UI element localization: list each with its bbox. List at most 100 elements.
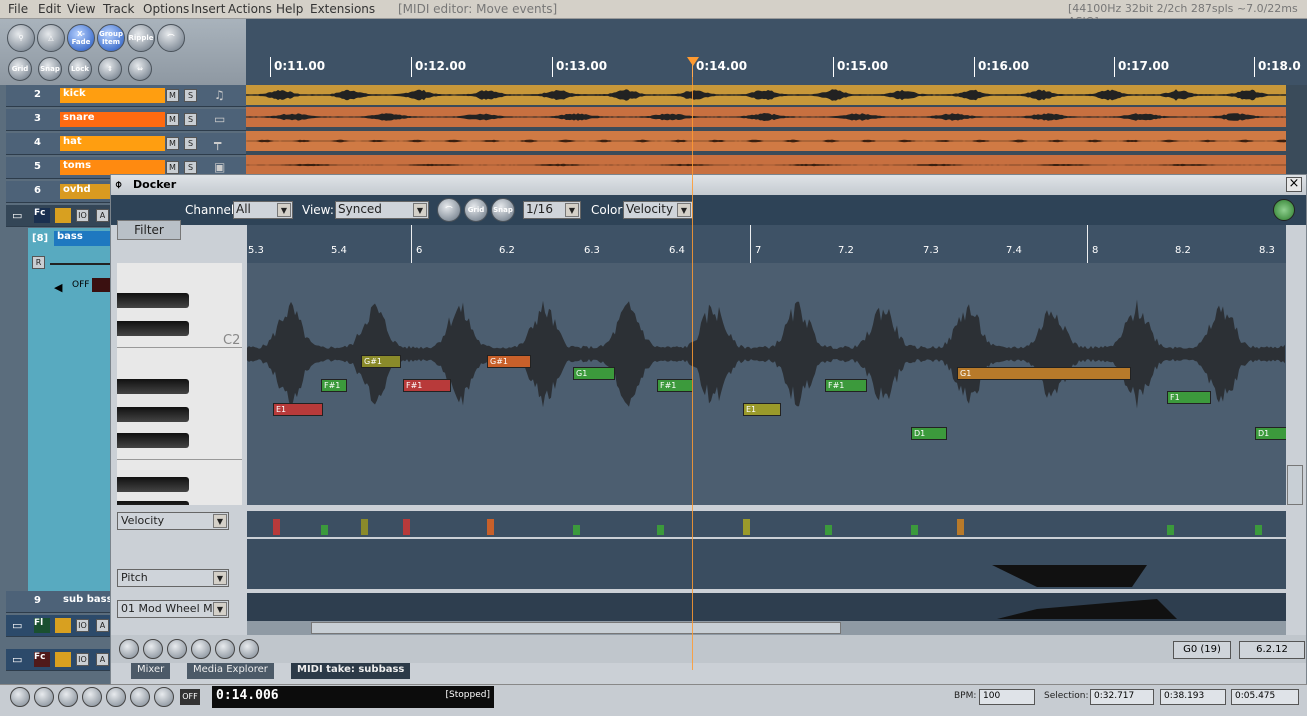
menu-insert[interactable]: Insert — [191, 2, 225, 16]
menu-help[interactable]: Help — [276, 2, 303, 16]
folder-icon[interactable]: ▭ — [12, 653, 22, 666]
velocity-bar[interactable] — [1255, 525, 1262, 535]
repeat-icon[interactable] — [154, 687, 174, 707]
piano-key[interactable] — [117, 293, 189, 308]
vertical-scrollbar-thumb[interactable] — [1287, 465, 1303, 505]
bpm-field[interactable]: 100 — [979, 689, 1035, 705]
fx-off-label[interactable]: OFF — [72, 280, 89, 290]
velocity-bar[interactable] — [321, 525, 328, 535]
grid-button[interactable]: Grid — [464, 198, 488, 222]
a-button[interactable]: A — [96, 209, 109, 222]
midi-note[interactable]: F#1 — [657, 379, 693, 392]
menu-file[interactable]: File — [8, 2, 28, 16]
metronome-off-button[interactable]: OFF — [180, 689, 200, 705]
piano-roll[interactable]: E1 F#1 G#1 F#1 G#1 G1 F#1 E1 F#1 D1 G1 F1 D1 — [247, 263, 1286, 505]
folder-icon[interactable]: ▭ — [12, 209, 22, 222]
folder-icon[interactable]: ▭ — [12, 619, 22, 632]
playhead[interactable] — [692, 60, 693, 670]
midi-note[interactable]: E1 — [743, 403, 781, 416]
velocity-bar[interactable] — [487, 519, 494, 535]
menu-actions[interactable]: Actions — [228, 2, 272, 16]
selection-length-field[interactable]: 0:05.475 — [1231, 689, 1299, 705]
menu-extensions[interactable]: Extensions — [310, 2, 375, 16]
piano-key[interactable] — [117, 407, 189, 422]
selection-end-field[interactable]: 0:38.193 — [1160, 689, 1226, 705]
midi-note[interactable]: F#1 — [321, 379, 347, 392]
curve-icon[interactable]: ⌒ — [157, 24, 185, 52]
envelope-icon[interactable]: △ — [37, 24, 65, 52]
velocity-lane[interactable] — [247, 511, 1286, 537]
view-select[interactable]: Synced ▼ — [335, 201, 429, 219]
grid-button[interactable]: Grid — [8, 57, 32, 81]
group-item-button[interactable]: Group Item — [97, 24, 125, 52]
mute-button[interactable]: M — [166, 161, 179, 174]
media-item[interactable] — [246, 107, 1286, 127]
snap-button[interactable]: Snap — [491, 198, 515, 222]
horizontal-scrollbar[interactable] — [247, 621, 1286, 635]
mute-button[interactable]: M — [166, 113, 179, 126]
pitch-lane[interactable] — [247, 539, 1286, 589]
media-item[interactable] — [246, 155, 1286, 175]
velocity-bar[interactable] — [361, 519, 368, 535]
fx-button[interactable]: Fc — [34, 652, 50, 667]
velocity-bar[interactable] — [911, 525, 918, 535]
a-button[interactable]: A — [96, 653, 109, 666]
piano-keyboard[interactable]: C2 — [117, 263, 242, 505]
midi-note[interactable]: D1 — [911, 427, 947, 440]
xfade-button[interactable]: X-Fade — [67, 24, 95, 52]
selection-start-field[interactable]: 0:32.717 — [1090, 689, 1154, 705]
go-start-icon[interactable] — [119, 639, 139, 659]
fx-button[interactable]: Fc — [34, 208, 50, 223]
arrange-view[interactable] — [246, 85, 1286, 177]
cc-lane-select[interactable]: 01 Mod Wheel MSB ▼ — [117, 600, 229, 618]
midi-ruler[interactable]: 5.3 5.4 6 6.2 6.3 6.4 7 7.2 7.3 7.4 8 8.… — [247, 225, 1286, 263]
piano-key[interactable] — [117, 379, 189, 394]
velocity-bar[interactable] — [743, 519, 750, 535]
timeline-ruler[interactable]: 0:11.00 0:12.00 0:13.00 0:14.00 0:15.00 … — [246, 19, 1307, 85]
velocity-bar[interactable] — [957, 519, 964, 535]
piano-key[interactable] — [117, 321, 189, 336]
close-icon[interactable]: × — [1286, 177, 1302, 192]
filter-button[interactable]: Filter — [117, 220, 181, 240]
midi-note[interactable]: G#1 — [487, 355, 531, 368]
solo-button[interactable]: S — [184, 161, 197, 174]
velocity-bar[interactable] — [1167, 525, 1174, 535]
menu-options[interactable]: Options — [143, 2, 189, 16]
lock-icon[interactable] — [55, 652, 71, 667]
tab-media-explorer[interactable]: Media Explorer — [187, 663, 274, 679]
lock-icon[interactable] — [55, 208, 71, 223]
velocity-bar[interactable] — [573, 525, 580, 535]
lock-button[interactable]: Lock — [68, 57, 92, 81]
midi-note[interactable]: G#1 — [361, 355, 401, 368]
curve-icon[interactable]: ⌒ — [437, 198, 461, 222]
solo-button[interactable]: S — [184, 89, 197, 102]
color-select[interactable]: Velocity ▼ — [623, 201, 693, 219]
tab-mixer[interactable]: Mixer — [131, 663, 171, 679]
channel-select[interactable]: All ▼ — [233, 201, 293, 219]
fx-button[interactable]: Fl — [34, 618, 50, 633]
menu-view[interactable]: View — [67, 2, 95, 16]
stop-icon[interactable] — [191, 639, 211, 659]
pause-icon[interactable] — [58, 687, 78, 707]
go-end-icon[interactable] — [106, 687, 126, 707]
auto-crossfade-icon[interactable]: ⚲ — [7, 24, 35, 52]
mute-button[interactable]: M — [166, 89, 179, 102]
zoom-vertical-icon[interactable]: ⇕ — [98, 57, 122, 81]
track-name[interactable]: toms — [60, 160, 165, 175]
media-item[interactable] — [246, 85, 1286, 105]
midi-note[interactable]: G1 — [573, 367, 615, 380]
piano-key[interactable] — [117, 501, 189, 505]
time-display[interactable]: 0:14.006 [Stopped] — [212, 686, 494, 708]
cc-lane[interactable] — [247, 593, 1286, 621]
mute-button[interactable]: M — [166, 137, 179, 150]
scrollbar-thumb[interactable] — [311, 622, 841, 634]
play-icon[interactable] — [34, 687, 54, 707]
midi-note[interactable]: E1 — [273, 403, 323, 416]
pitch-lane-select[interactable]: Pitch ▼ — [117, 569, 229, 587]
track-row[interactable]: 3 snare M S ▭ — [6, 109, 246, 131]
midi-note[interactable]: F#1 — [403, 379, 451, 392]
snap-button[interactable]: Snap — [38, 57, 62, 81]
track-name[interactable]: hat — [60, 136, 165, 151]
velocity-bar[interactable] — [403, 519, 410, 535]
track-row[interactable]: 2 kick M S ♫ — [6, 85, 246, 107]
